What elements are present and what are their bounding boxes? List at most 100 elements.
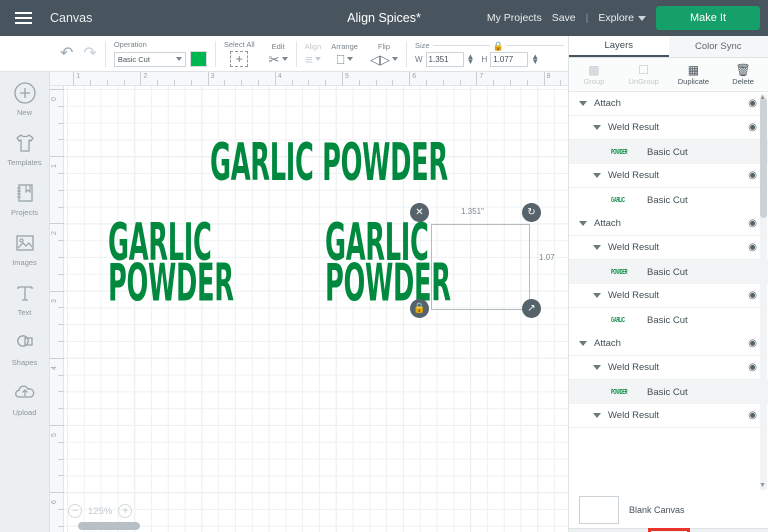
lock-icon[interactable]: 🔒 <box>493 41 504 52</box>
operation-select[interactable]: Basic Cut <box>113 51 186 67</box>
selection-delete-button[interactable]: ✕ <box>410 203 429 222</box>
duplicate-button[interactable]: ▦ Duplicate <box>669 58 719 91</box>
edit-button[interactable]: ✂ <box>269 53 288 66</box>
scroll-down-arrow-icon[interactable]: ▼ <box>759 482 766 489</box>
chevron-down-icon[interactable] <box>593 245 601 250</box>
sidebar-item-shapes[interactable]: Shapes <box>0 330 50 367</box>
layer-row-basic-cut[interactable]: POWDER Basic Cut <box>569 260 768 284</box>
ruler-label: 7 <box>479 73 484 80</box>
group-button[interactable]: ▩ Group <box>569 58 619 91</box>
arrange-button[interactable]: ⎕ <box>337 53 353 66</box>
eye-icon[interactable]: ◉ <box>748 122 757 133</box>
canvas-horizontal-scrollbar[interactable] <box>78 522 140 530</box>
chevron-down-icon[interactable] <box>593 173 601 178</box>
eye-icon[interactable]: ◉ <box>748 98 757 109</box>
layer-row-weld-result[interactable]: Weld Result ◉ <box>569 164 768 188</box>
redo-arrow-icon[interactable]: ↷ <box>83 45 96 62</box>
sidebar-item-text[interactable]: Text <box>0 280 50 317</box>
ruler-minor-tick <box>58 374 64 376</box>
chevron-down-icon[interactable] <box>593 293 601 298</box>
width-stepper[interactable]: ▲ ▼ <box>467 53 475 66</box>
tab-color-sync[interactable]: Color Sync <box>669 36 768 57</box>
chevron-down-icon[interactable] <box>593 365 601 370</box>
zoom-out-button[interactable]: − <box>68 504 82 518</box>
layer-row-basic-cut[interactable]: GARLIC Basic Cut <box>569 188 768 212</box>
tab-layers[interactable]: Layers <box>569 36 669 57</box>
layer-row-attach[interactable]: Attach ◉ <box>569 212 768 236</box>
make-it-button[interactable]: Make It <box>656 6 760 30</box>
eye-icon[interactable]: ◉ <box>748 410 757 421</box>
chevron-down-icon <box>314 57 321 61</box>
chevron-down-icon[interactable] <box>579 101 587 106</box>
layer-row-attach[interactable]: Attach ◉ <box>569 92 768 116</box>
sidebar-label: New <box>16 108 32 117</box>
selection-lock-button[interactable]: 🔒 <box>410 299 429 318</box>
zoom-in-button[interactable]: + <box>118 504 133 518</box>
chevron-down-icon[interactable] <box>593 125 601 130</box>
chevron-down-icon[interactable] <box>593 413 601 418</box>
layer-row-basic-cut[interactable]: GARLIC Basic Cut <box>569 308 768 332</box>
ruler-minor-tick <box>58 475 64 477</box>
text-t-icon <box>12 280 38 306</box>
hamburger-menu-icon[interactable] <box>0 0 46 36</box>
ruler-minor-tick <box>442 80 444 86</box>
undo-arrow-icon[interactable]: ↶ <box>60 45 73 62</box>
sidebar-item-images[interactable]: Images <box>0 230 50 267</box>
sidebar-item-projects[interactable]: Projects <box>0 180 50 217</box>
sidebar-item-templates[interactable]: Templates <box>0 130 50 167</box>
chevron-down-icon <box>638 15 646 21</box>
color-swatch[interactable] <box>189 51 207 67</box>
height-stepper[interactable]: ▲ ▼ <box>531 53 539 66</box>
right-panel: Layers Color Sync ▩ Group ☐ UnGroup ▦ Du… <box>568 36 768 532</box>
selection-rotate-button[interactable]: ↻ <box>522 203 541 222</box>
eye-icon[interactable]: ◉ <box>748 170 757 181</box>
ruler-minor-tick <box>58 324 64 326</box>
explore-dropdown[interactable]: Explore <box>598 12 646 24</box>
layer-row-weld-result[interactable]: Weld Result ◉ <box>569 404 768 428</box>
width-input[interactable] <box>425 51 464 67</box>
blank-canvas-row[interactable]: Blank Canvas <box>569 492 768 528</box>
align-button[interactable]: ≡ <box>305 53 321 66</box>
select-all-button[interactable]: + <box>230 51 249 67</box>
my-projects-link[interactable]: My Projects <box>487 12 542 24</box>
duplicate-label: Duplicate <box>677 76 710 86</box>
chevron-down-icon[interactable] <box>579 221 587 226</box>
delete-button[interactable]: 🗑 Delete <box>718 58 768 91</box>
selection-resize-button[interactable]: ↗ <box>522 299 541 318</box>
ruler-minor-tick <box>392 80 394 86</box>
eye-icon[interactable]: ◉ <box>748 218 757 229</box>
layer-row-weld-result[interactable]: Weld Result ◉ <box>569 116 768 140</box>
layer-row-basic-cut[interactable]: POWDER Basic Cut <box>569 380 768 404</box>
layer-row-weld-result[interactable]: Weld Result ◉ <box>569 356 768 380</box>
layer-row-attach[interactable]: Attach ◉ <box>569 332 768 356</box>
ruler-minor-tick <box>58 122 64 124</box>
ruler-label: 1 <box>76 73 81 80</box>
object-text-line: Powder <box>108 252 234 313</box>
left-toolbar: New Templates Projects Images Text Shape… <box>0 72 50 532</box>
chevron-down-icon[interactable] <box>579 341 587 346</box>
scroll-up-arrow-icon[interactable]: ▲ <box>759 94 766 101</box>
sidebar-item-upload[interactable]: Upload <box>0 380 50 417</box>
ruler-minor-tick <box>58 105 64 107</box>
eye-icon[interactable]: ◉ <box>748 290 757 301</box>
eye-icon[interactable]: ◉ <box>748 362 757 373</box>
eye-icon[interactable]: ◉ <box>748 242 757 253</box>
eye-icon[interactable]: ◉ <box>748 338 757 349</box>
canvas-object-garlic-powder-wide[interactable]: Garlic Powder <box>210 132 448 192</box>
ruler-tick <box>50 492 64 494</box>
layer-row-basic-cut[interactable]: POWDER Basic Cut <box>569 140 768 164</box>
operation-value: Basic Cut <box>117 54 150 64</box>
ungroup-button[interactable]: ☐ UnGroup <box>619 58 669 91</box>
layers-scrollbar-thumb[interactable] <box>760 98 767 218</box>
canvas-object-stacked-1[interactable]: Garlic Powder <box>108 216 234 313</box>
layers-list[interactable]: Attach ◉ Weld Result ◉ POWDER Basic Cut Weld R… <box>569 92 768 492</box>
sidebar-item-new[interactable]: New <box>0 80 50 117</box>
save-button[interactable]: Save <box>552 12 576 24</box>
height-input[interactable] <box>490 51 529 67</box>
layer-label: Weld Result <box>608 290 660 301</box>
layer-type-label: Basic Cut <box>647 146 688 158</box>
design-canvas[interactable]: Garlic Powder Garlic Powder Garlic Powde… <box>50 72 568 532</box>
flip-button[interactable]: ◁▷ <box>370 53 398 66</box>
layer-row-weld-result[interactable]: Weld Result ◉ <box>569 236 768 260</box>
layer-row-weld-result[interactable]: Weld Result ◉ <box>569 284 768 308</box>
